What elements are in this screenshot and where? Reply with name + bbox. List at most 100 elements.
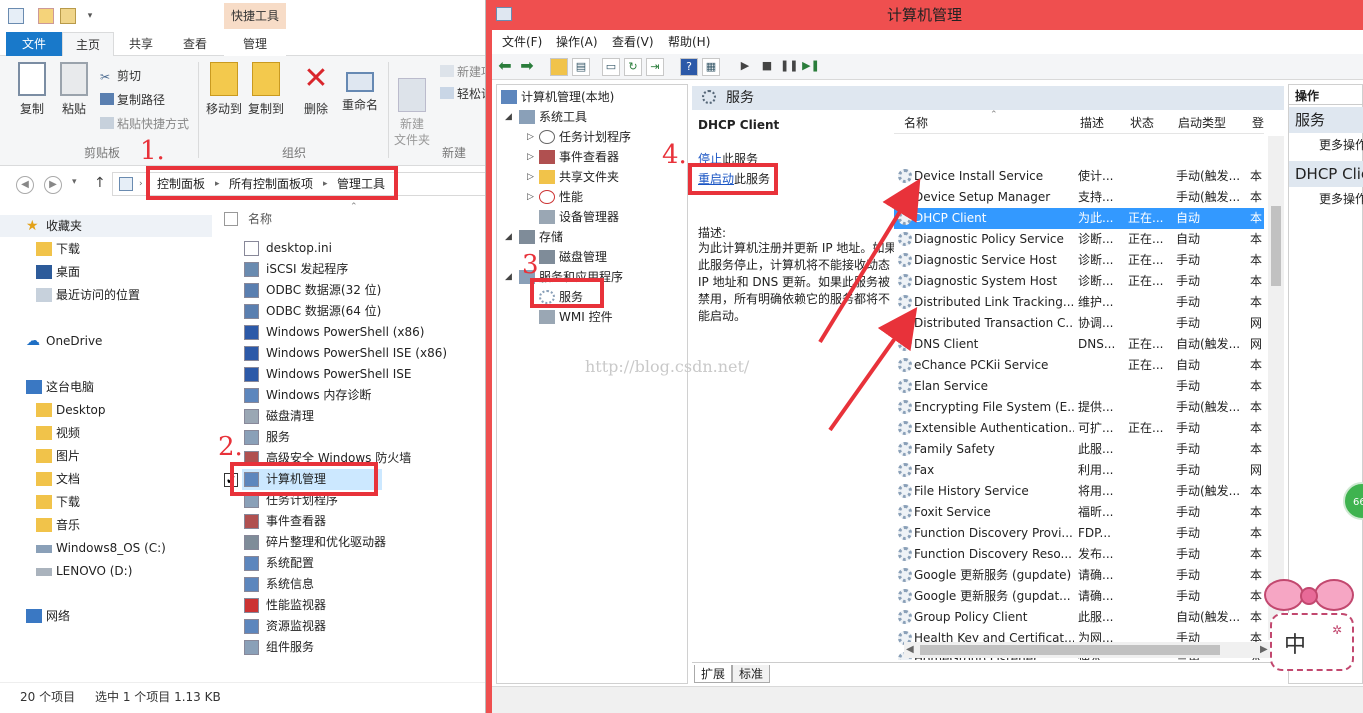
copy-path-button[interactable]: 复制路径 [100,90,165,110]
move-to-button[interactable]: 移动到 [204,62,244,117]
new-folder-button[interactable]: 新建 文件夹 [392,62,432,148]
expand-arrow-icon[interactable]: ▷ [527,147,534,167]
service-row[interactable]: Diagnostic System Host 诊断... 正在... 手动 本 [894,271,1264,292]
service-row[interactable]: Group Policy Client 此服... 自动(触发... 本 [894,607,1264,628]
folder-icon [36,495,52,509]
file-name: Windows 内存诊断 [266,388,372,402]
tab-extended[interactable]: 扩展 [694,665,733,683]
properties-icon[interactable] [38,8,54,24]
nav-favorites[interactable]: ★ 收藏夹 [0,215,212,237]
restart-icon[interactable]: ▶❚ [802,58,820,76]
column-name-header[interactable]: 名称 [248,210,272,227]
tab-standard[interactable]: 标准 [732,665,771,683]
actions-section-dhcp[interactable]: DHCP Client [1289,161,1363,187]
service-row[interactable]: File History Service 将用... 手动(触发... 本 [894,481,1264,502]
horizontal-scrollbar[interactable]: ◀ ▶ [904,642,1274,658]
collapse-arrow-icon[interactable]: ◢ [505,267,512,287]
service-row[interactable]: Device Setup Manager 支持... 手动(触发... 本 [894,187,1264,208]
collapse-arrow-icon[interactable]: ◢ [505,227,512,247]
service-row[interactable]: Fax 利用... 手动 网 [894,460,1264,481]
service-row[interactable]: Diagnostic Service Host 诊断... 正在... 手动 本 [894,250,1264,271]
expand-arrow-icon[interactable]: ▷ [527,127,534,147]
services-list: Device Install Service 使计... 手动(触发... 本 Devi… [894,112,1284,660]
delete-button[interactable]: ✕ 删除 [296,62,336,117]
service-row[interactable]: Function Discovery Provi... FDP... 手动 本 [894,523,1264,544]
service-gear-icon [898,211,912,225]
up-arrow-icon[interactable]: ↑ [94,175,106,191]
menu-file[interactable]: 文件(F) [502,30,542,54]
service-row[interactable]: Encrypting File System (E... 提供... 手动(触发..… [894,397,1264,418]
service-row[interactable]: Google 更新服务 (gupdat... 请确... 手动本 [894,586,1264,607]
menu-action[interactable]: 操作(A) [556,30,598,54]
play-icon[interactable]: ▶ [736,58,754,76]
service-row[interactable]: Distributed Link Tracking... 维护... 手动 本 [894,292,1264,313]
gear-icon [702,90,716,104]
col-startup-type[interactable]: 启动类型 [1178,112,1226,134]
copy-button[interactable]: 复制 [12,62,52,117]
refresh-icon[interactable]: ↻ [624,58,642,76]
col-name[interactable]: 名称 [904,112,928,134]
service-row[interactable]: DHCP Client 为此... 正在... 自动 本 [894,208,1264,229]
back-arrow-icon[interactable]: ⬅ [496,58,514,76]
select-all-checkbox[interactable] [224,212,238,226]
collapse-arrow-icon[interactable]: ◢ [505,107,512,127]
tab-file[interactable]: 文件 [6,32,62,56]
service-row[interactable]: Distributed Transaction C... 协调... 手动 网 [894,313,1264,334]
service-row[interactable]: Function Discovery Reso... 发布... 手动 本 [894,544,1264,565]
service-row[interactable]: Elan Service 手动 本 [894,376,1264,397]
tab-manage[interactable]: 管理 [224,32,286,56]
shortcut-icon [244,325,259,340]
service-row[interactable]: Family Safety 此服... 手动 本 [894,439,1264,460]
toolbar: ⬅ ➡ ▤ ▭ ↻ ⇥ ? ▦ ▶ ■ ❚❚ ▶❚ [492,54,1363,80]
service-row[interactable]: Device Install Service 使计... 手动(触发... 本 [894,166,1264,187]
tab-view[interactable]: 查看 [170,32,220,56]
col-status[interactable]: 状态 [1130,112,1154,134]
service-row[interactable]: Diagnostic Policy Service 诊断... 正在... 自动 本 [894,229,1264,250]
pause-icon[interactable]: ❚❚ [780,58,798,76]
service-row[interactable]: DNS Client DNS... 正在... 自动(触发... 网 [894,334,1264,355]
tab-home[interactable]: 主页 [62,32,114,56]
service-row[interactable]: Extensible Authentication... 可扩... 正在... 手动… [894,418,1264,439]
paste-shortcut-button[interactable]: 粘贴快捷方式 [100,114,189,134]
menu-help[interactable]: 帮助(H) [668,30,710,54]
service-row[interactable]: Foxit Service 福昕... 手动 本 [894,502,1264,523]
rename-button[interactable]: 重命名 [338,62,382,113]
easy-access-button[interactable]: 轻松访 [440,84,485,104]
scroll-left-icon[interactable]: ◀ [906,642,914,658]
service-row[interactable]: eChance PCKii Service 正在... 自动 本 [894,355,1264,376]
vertical-scrollbar[interactable] [1268,136,1284,640]
help-icon[interactable]: ? [680,58,698,76]
breadcrumb-chevron-icon[interactable]: › [139,173,143,195]
chevron-down-icon[interactable]: ▾ [82,8,98,24]
copy-to-button[interactable]: 复制到 [246,62,286,117]
stop-icon[interactable]: ■ [758,58,776,76]
menu-view[interactable]: 查看(V) [612,30,654,54]
service-row[interactable]: Google 更新服务 (gupdate) 请确... 手动本 [894,565,1264,586]
col-description[interactable]: 描述 [1080,112,1104,134]
forward-button[interactable]: ▶ [44,176,62,194]
col-logon[interactable]: 登 [1252,112,1264,134]
cut-button[interactable]: ✂ 剪切 [100,66,141,86]
recent-chevron-icon[interactable]: ▾ [72,177,77,187]
export-list-icon[interactable]: ⇥ [646,58,664,76]
more-actions-1[interactable]: 更多操作 [1289,135,1363,155]
action-pane-icon[interactable]: ▦ [702,58,720,76]
show-tree-icon[interactable]: ▤ [572,58,590,76]
expand-arrow-icon[interactable]: ▷ [527,167,534,187]
more-actions-2[interactable]: 更多操作 [1289,189,1363,209]
up-folder-icon[interactable] [550,58,568,76]
back-button[interactable]: ◀ [16,176,34,194]
properties-icon[interactable]: ▭ [602,58,620,76]
new-folder-icon[interactable] [60,8,76,24]
expand-arrow-icon[interactable]: ▷ [527,187,534,207]
actions-section-services[interactable]: 服务 [1289,107,1363,133]
new-item-button[interactable]: 新建项 [440,62,485,82]
service-logon: 本 [1250,253,1263,267]
scroll-thumb[interactable] [1271,206,1281,286]
easy-access-icon [440,87,454,99]
paste-button[interactable]: 粘贴 [54,62,94,117]
tab-share[interactable]: 共享 [116,32,166,56]
system-menu-icon[interactable] [8,8,24,24]
forward-arrow-icon[interactable]: ➡ [518,58,536,76]
scroll-thumb[interactable] [920,645,1220,655]
